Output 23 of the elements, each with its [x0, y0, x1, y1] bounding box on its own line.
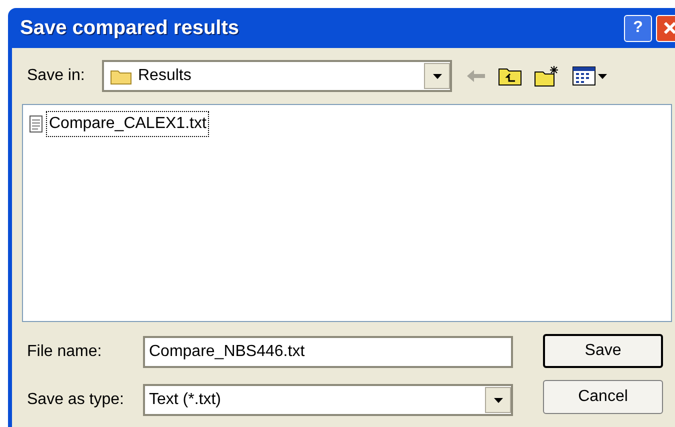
save-button[interactable]: Save — [543, 334, 663, 368]
view-menu-button[interactable] — [572, 66, 607, 86]
dropdown-arrow-button[interactable] — [485, 387, 511, 413]
save-as-type-value: Text (*.txt) — [149, 390, 222, 410]
cancel-button[interactable]: Cancel — [543, 380, 663, 414]
view-list-icon — [572, 66, 596, 86]
help-button[interactable]: ? — [624, 14, 652, 42]
up-folder-icon[interactable] — [498, 66, 522, 86]
save-in-dropdown[interactable]: Results — [102, 60, 452, 92]
save-as-type-dropdown[interactable]: Text (*.txt) — [143, 384, 513, 416]
caret-icon — [598, 74, 607, 78]
save-in-label: Save in: — [26, 66, 86, 86]
caret-icon — [432, 74, 442, 78]
window-title: Save compared results — [20, 16, 240, 41]
file-name-label: File name: — [26, 342, 103, 362]
dropdown-arrow-button[interactable] — [424, 63, 450, 89]
new-folder-icon[interactable] — [534, 65, 560, 87]
save-in-value: Results — [138, 66, 192, 86]
caret-icon — [494, 398, 502, 402]
close-icon — [663, 21, 675, 35]
save-as-type-label: Save as type: — [26, 390, 125, 410]
file-name-field[interactable]: Compare_NBS446.txt — [143, 336, 513, 368]
text-file-icon — [29, 115, 43, 133]
